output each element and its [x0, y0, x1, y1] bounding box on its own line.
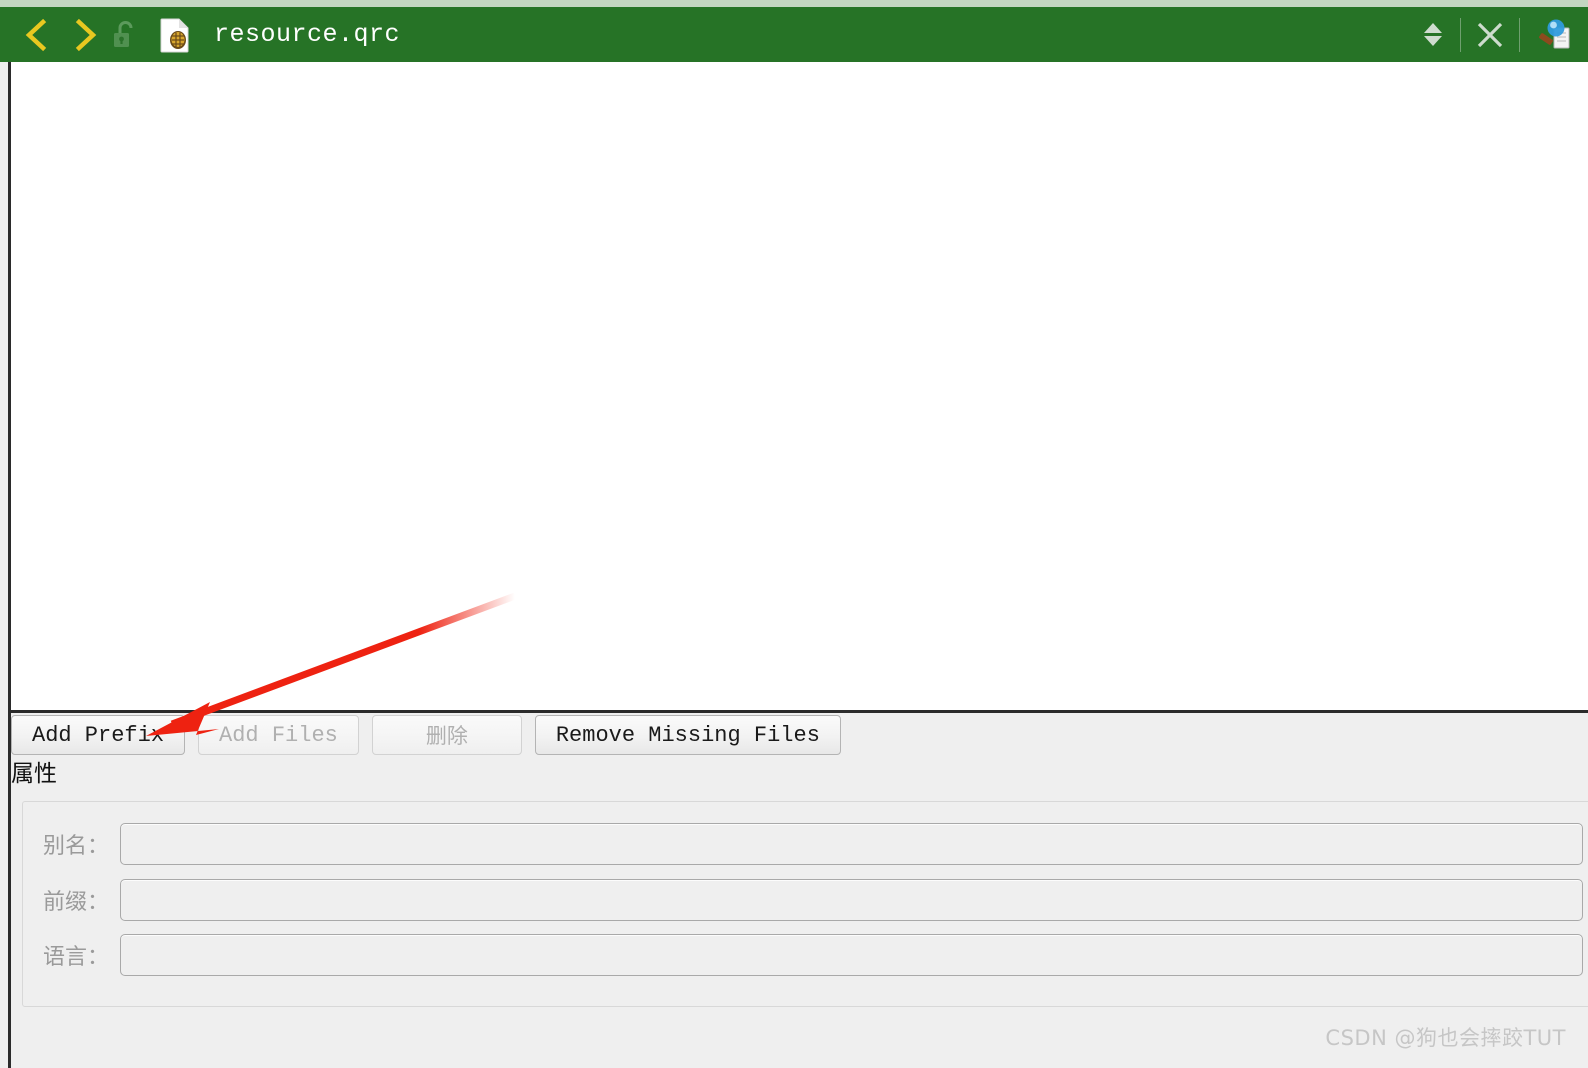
chevron-right-icon[interactable] — [68, 15, 102, 55]
toolbar-separator-2 — [1519, 17, 1520, 52]
properties-group: 别名： 前缀： 语言： — [22, 801, 1588, 1007]
resource-tree-view[interactable] — [11, 62, 1588, 710]
unlocked-padlock-icon[interactable] — [108, 18, 142, 52]
magnifier-document-icon[interactable] — [1534, 16, 1574, 54]
arrow-down-glyph — [1424, 36, 1442, 46]
resource-editor-window: resource.qrc Add Prefix Add Files 删除 Rem… — [0, 0, 1588, 1068]
prefix-label: 前缀： — [42, 890, 109, 915]
window-top-strip — [0, 0, 1588, 7]
remove-missing-files-button[interactable]: Remove Missing Files — [534, 715, 841, 755]
language-field[interactable] — [120, 934, 1583, 976]
remove-button[interactable]: 删除 — [371, 715, 522, 755]
csdn-watermark: CSDN @狗也会摔跤TUT — [1325, 1026, 1566, 1050]
properties-title: 属性 — [11, 761, 57, 787]
window-left-border — [8, 62, 11, 1068]
resource-action-buttons: Add Prefix Add Files 删除 Remove Missing F… — [11, 714, 841, 756]
prefix-field[interactable] — [120, 879, 1583, 921]
alias-label: 别名： — [42, 834, 109, 859]
toolbar-separator-1 — [1460, 17, 1461, 52]
add-files-button[interactable]: Add Files — [198, 715, 359, 755]
add-prefix-button[interactable]: Add Prefix — [11, 715, 186, 755]
chevron-left-icon[interactable] — [20, 15, 54, 55]
resource-tree-frame — [8, 62, 1588, 713]
up-down-arrows-icon[interactable] — [1418, 15, 1448, 55]
arrow-up-glyph — [1424, 23, 1442, 33]
alias-row: 别名： — [23, 822, 1583, 866]
editor-toolbar: resource.qrc — [0, 7, 1588, 62]
prefix-row: 前缀： — [23, 878, 1583, 922]
document-title: resource.qrc — [214, 20, 401, 49]
close-x-icon[interactable] — [1473, 18, 1507, 52]
language-label: 语言： — [42, 945, 109, 970]
qrc-file-icon — [158, 17, 192, 53]
language-row: 语言： — [23, 933, 1583, 977]
alias-field[interactable] — [120, 823, 1583, 865]
